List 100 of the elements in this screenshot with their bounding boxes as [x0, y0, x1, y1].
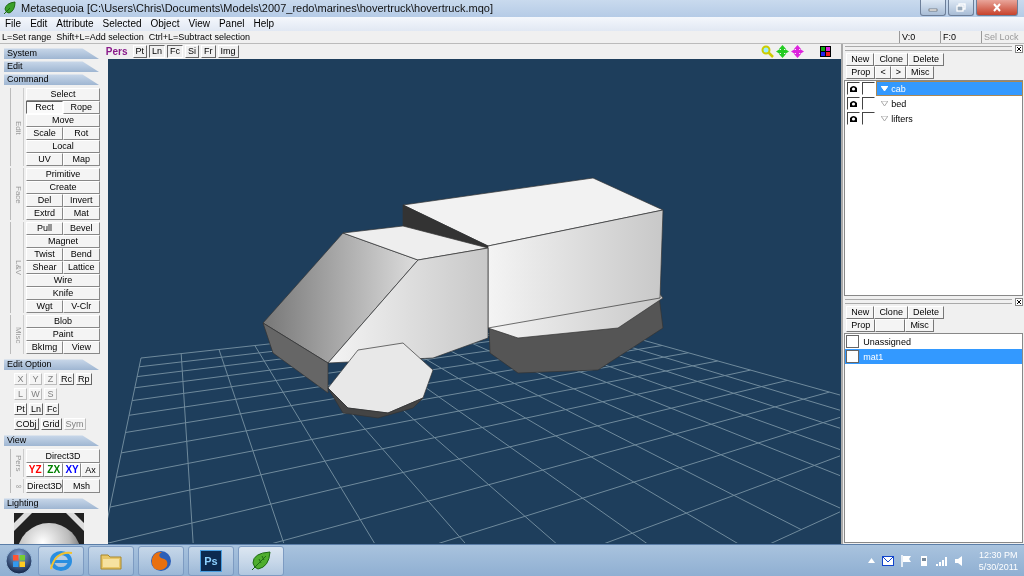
command-button[interactable]: Blob: [26, 315, 100, 329]
view-button[interactable]: Direct3D: [26, 479, 63, 494]
section-header[interactable]: Edit: [4, 61, 100, 73]
material-name: Unassigned: [863, 336, 911, 347]
panel-button[interactable]: <: [875, 66, 891, 80]
taskbar-button[interactable]: [238, 545, 284, 576]
command-button[interactable]: Bevel: [62, 222, 100, 236]
command-button[interactable]: Pull: [26, 222, 63, 236]
group-label: Edit: [13, 88, 24, 167]
command-button[interactable]: Paint: [26, 328, 100, 342]
command-button[interactable]: Primitive: [26, 168, 100, 182]
menu-item[interactable]: Object: [150, 18, 180, 30]
command-button[interactable]: Knife: [26, 287, 100, 301]
command-button[interactable]: Map: [62, 153, 100, 167]
command-button[interactable]: Scale: [26, 127, 63, 141]
option-button[interactable]: Grid: [40, 418, 62, 431]
tree-row[interactable]: bed: [877, 97, 1022, 111]
command-button[interactable]: Extrd: [26, 207, 63, 221]
zoom-icon: [761, 45, 775, 59]
menu-item[interactable]: View: [188, 18, 210, 30]
section-header[interactable]: System: [4, 48, 100, 60]
view-button[interactable]: Msh: [63, 479, 100, 494]
panel-button[interactable]: Misc: [905, 66, 935, 80]
command-button[interactable]: Rot: [62, 127, 100, 141]
leaf-icon: [3, 1, 17, 16]
close-icon: [1015, 44, 1023, 53]
lock-checkbox[interactable]: [862, 97, 876, 111]
eye-icon: [849, 84, 859, 94]
flag-icon: [900, 554, 912, 567]
section-header[interactable]: View: [4, 435, 100, 447]
material-item[interactable]: Unassigned: [845, 334, 1022, 350]
lock-checkbox[interactable]: [862, 82, 876, 96]
minimize-button[interactable]: [920, 0, 946, 16]
command-button[interactable]: BkImg: [26, 341, 63, 355]
close-button[interactable]: [976, 0, 1018, 16]
visibility-toggle[interactable]: [847, 82, 861, 96]
menu-item[interactable]: Help: [253, 18, 275, 30]
command-button[interactable]: Twist: [26, 248, 63, 262]
panel-button[interactable]: New: [846, 53, 875, 67]
option-button[interactable]: Fc: [45, 403, 59, 416]
menu-item[interactable]: File: [5, 18, 22, 30]
material-name: mat1: [863, 351, 884, 362]
panel-button[interactable]: New: [846, 306, 875, 320]
toolbar-button[interactable]: Fr: [201, 45, 216, 59]
command-button[interactable]: Invert: [62, 194, 100, 208]
command-button[interactable]: Move: [26, 114, 100, 128]
view-button[interactable]: Direct3D: [26, 449, 100, 464]
restore-button[interactable]: [948, 0, 974, 16]
panel-button[interactable]: Clone: [874, 53, 908, 67]
sphere-drawing: [14, 513, 84, 545]
group-label: Misc: [13, 315, 24, 355]
command-button[interactable]: Wire: [26, 274, 100, 288]
view-button[interactable]: Ax: [81, 463, 100, 478]
menu-item[interactable]: Attribute: [56, 18, 94, 30]
toolbar-button[interactable]: Fc: [167, 45, 184, 59]
toolbar-button[interactable]: Img: [217, 45, 239, 59]
viewport-canvas[interactable]: [107, 59, 842, 545]
section-header[interactable]: Command: [4, 74, 100, 86]
command-button[interactable]: Del: [26, 194, 63, 208]
toolbar-button[interactable]: Ln: [149, 45, 166, 59]
section-header[interactable]: Lighting: [4, 498, 100, 510]
option-button[interactable]: Ln: [29, 403, 43, 416]
visibility-toggle[interactable]: [847, 97, 861, 111]
panel-button[interactable]: Clone: [874, 306, 908, 320]
taskbar-button[interactable]: [138, 545, 184, 576]
command-button[interactable]: Bend: [62, 248, 100, 262]
command-button[interactable]: Mat: [62, 207, 100, 221]
panel-button[interactable]: Misc: [905, 319, 934, 333]
option-button[interactable]: Rc: [59, 373, 74, 386]
option-button[interactable]: Rp: [76, 373, 92, 386]
menu-item[interactable]: Edit: [30, 18, 48, 30]
panel-button[interactable]: Prop: [846, 66, 876, 80]
option-button[interactable]: Pt: [14, 403, 27, 416]
view-button[interactable]: ZX: [44, 463, 63, 478]
view-button[interactable]: YZ: [26, 463, 45, 478]
command-button[interactable]: V-Clr: [62, 300, 100, 314]
tree-row[interactable]: lifters: [877, 112, 1022, 126]
option-button[interactable]: CObj: [14, 418, 39, 431]
menu-item[interactable]: Panel: [218, 18, 245, 30]
command-button[interactable]: Local: [26, 140, 100, 154]
command-button[interactable]: Rect: [26, 101, 63, 115]
toolbar-button[interactable]: Si: [185, 45, 200, 59]
section-header[interactable]: Edit Option: [4, 359, 100, 371]
command-button[interactable]: UV: [26, 153, 63, 167]
lock-checkbox[interactable]: [862, 112, 876, 126]
visibility-toggle[interactable]: [847, 112, 861, 126]
command-button[interactable]: View: [62, 341, 100, 355]
command-button[interactable]: Select: [26, 88, 100, 102]
menu-item[interactable]: Selected: [102, 18, 142, 30]
command-button[interactable]: Rope: [62, 101, 100, 115]
toolbar-button[interactable]: Pt: [132, 45, 147, 59]
panel-button[interactable]: Prop: [846, 319, 876, 333]
command-button[interactable]: Lattice: [62, 261, 100, 275]
command-button[interactable]: Shear: [26, 261, 63, 275]
panel-button[interactable]: Delete: [907, 53, 944, 67]
panel-button[interactable]: Delete: [907, 306, 944, 320]
command-button[interactable]: Create: [26, 181, 100, 195]
taskbar-button[interactable]: Ps: [188, 545, 234, 576]
command-button[interactable]: Wgt: [26, 300, 63, 314]
command-button[interactable]: Magnet: [26, 235, 100, 249]
